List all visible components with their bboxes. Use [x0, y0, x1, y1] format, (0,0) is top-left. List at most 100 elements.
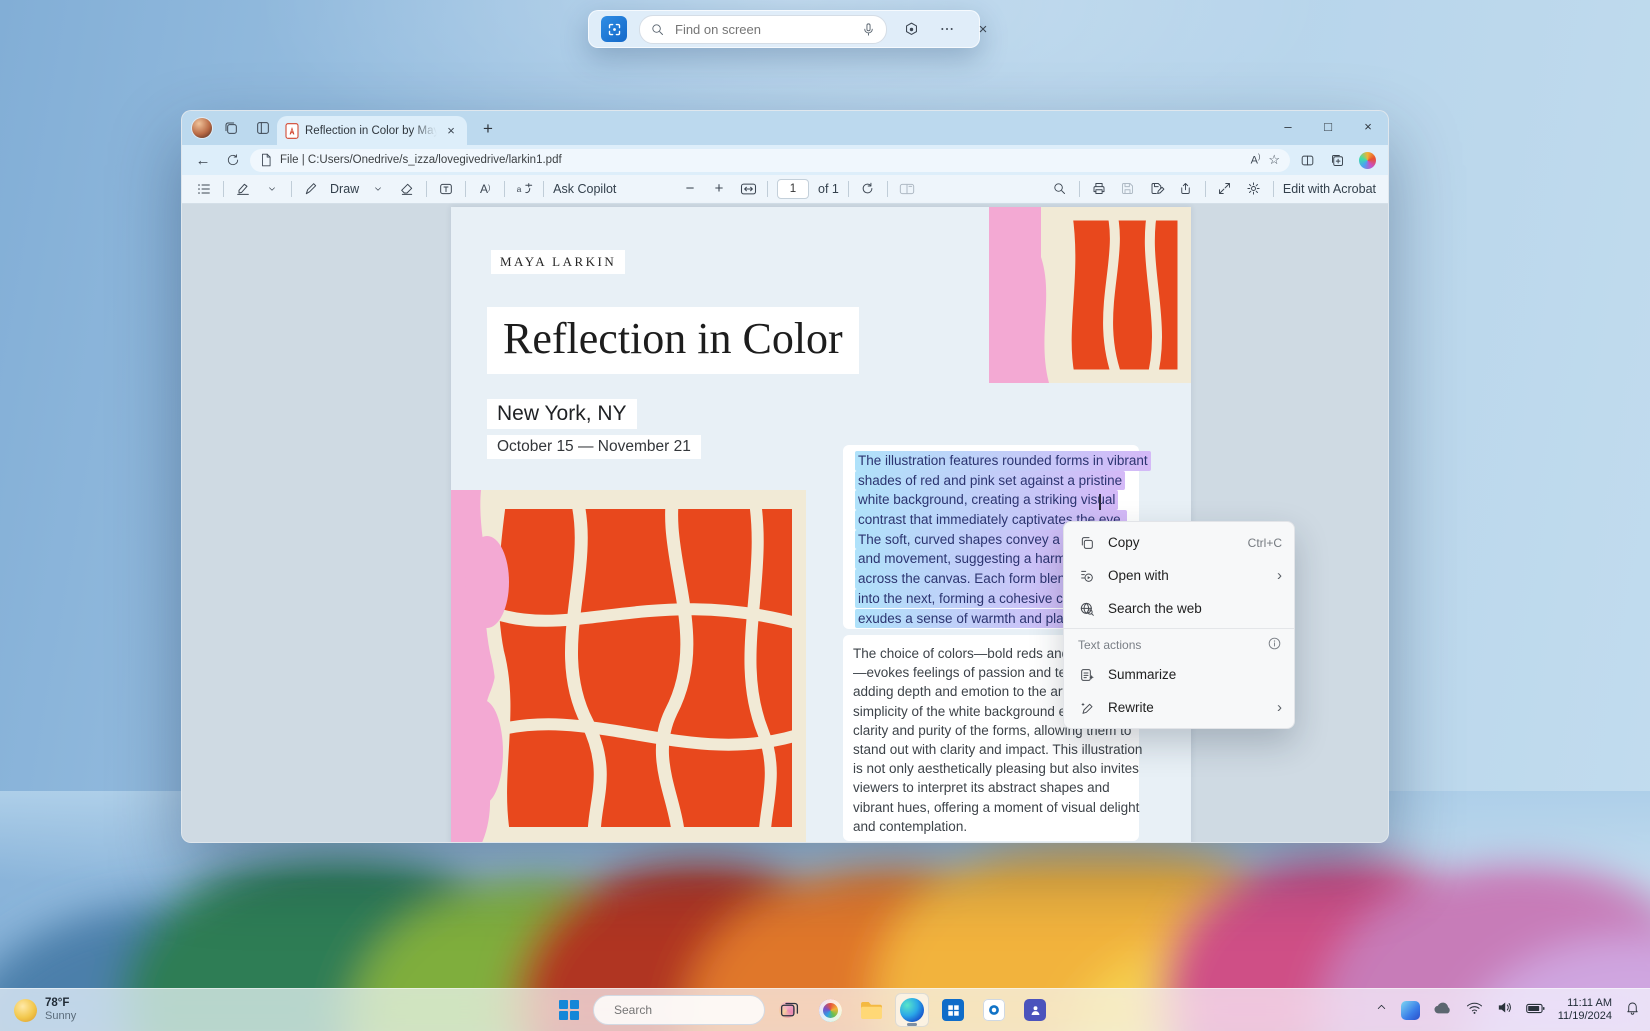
text-box-icon[interactable] — [436, 178, 456, 200]
menu-item-copy[interactable]: Copy Ctrl+C — [1064, 526, 1294, 559]
translate-icon[interactable]: a — [514, 178, 534, 200]
page-count-label: of 1 — [818, 182, 839, 196]
chevron-right-icon: › — [1277, 700, 1282, 715]
copilot-icon[interactable] — [1354, 148, 1380, 172]
artwork-main — [451, 490, 806, 843]
favorite-star-icon[interactable]: ☆ — [1268, 152, 1280, 168]
draw-chevron-icon[interactable] — [368, 178, 388, 200]
taskbar: 78°F Sunny — [0, 988, 1650, 1031]
wifi-icon[interactable] — [1466, 1001, 1483, 1020]
print-icon[interactable] — [1089, 178, 1109, 200]
browser-window: Reflection in Color by Maya Larki × + – … — [181, 110, 1389, 843]
eraser-icon[interactable] — [397, 178, 417, 200]
read-aloud-icon[interactable]: A) — [475, 178, 495, 200]
maximize-button[interactable]: □ — [1308, 111, 1348, 141]
browser-tab[interactable]: Reflection in Color by Maya Larki × — [277, 116, 467, 145]
split-screen-icon[interactable] — [1294, 148, 1320, 172]
menu-item-rewrite[interactable]: Rewrite › — [1064, 691, 1294, 724]
draw-pen-icon[interactable] — [301, 178, 321, 200]
artist-name: MAYA LARKIN — [491, 250, 625, 274]
open-with-icon — [1078, 568, 1096, 584]
new-tab-button[interactable]: + — [477, 118, 499, 140]
rotate-icon[interactable] — [858, 178, 878, 200]
draw-label[interactable]: Draw — [330, 182, 359, 196]
start-button[interactable] — [552, 993, 586, 1027]
copy-icon — [1078, 535, 1096, 551]
svg-text:a: a — [516, 184, 521, 194]
edit-with-acrobat-button[interactable]: Edit with Acrobat — [1283, 182, 1376, 196]
microphone-icon[interactable] — [861, 22, 876, 37]
close-window-button[interactable]: × — [1348, 111, 1388, 141]
date-label: 11/19/2024 — [1558, 1010, 1612, 1023]
photos-icon[interactable] — [813, 993, 847, 1027]
settings-gear-icon[interactable] — [1244, 178, 1264, 200]
file-explorer-icon[interactable] — [854, 993, 888, 1027]
menu-item-search-web[interactable]: Search the web — [1064, 592, 1294, 625]
weather-widget[interactable]: 78°F Sunny — [14, 993, 76, 1027]
pdf-toolbar: Draw A) a Ask Copilot — [182, 175, 1388, 204]
share-icon[interactable] — [1176, 178, 1196, 200]
close-find-bar-button[interactable]: × — [971, 17, 995, 41]
search-document-icon[interactable] — [1050, 178, 1070, 200]
taskbar-clock[interactable]: 11:11 AM 11/19/2024 — [1558, 997, 1612, 1023]
outlook-icon[interactable] — [977, 993, 1011, 1027]
minimize-button[interactable]: – — [1268, 111, 1308, 141]
tab-close-icon[interactable]: × — [443, 123, 459, 138]
read-aloud-icon[interactable]: A) — [1251, 154, 1261, 167]
exhibition-dates: October 15 — November 21 — [487, 435, 701, 459]
zoom-out-icon[interactable]: − — [680, 178, 700, 200]
weather-temperature: 78°F — [45, 997, 76, 1010]
profile-avatar[interactable] — [192, 118, 212, 138]
fullscreen-icon[interactable] — [1215, 178, 1235, 200]
table-of-contents-icon[interactable] — [194, 178, 214, 200]
zoom-in-icon[interactable]: + — [709, 178, 729, 200]
onedrive-cloud-icon[interactable] — [1433, 1001, 1453, 1020]
context-menu: Copy Ctrl+C Open with › Search the web T… — [1063, 521, 1295, 729]
summarize-icon — [1078, 667, 1096, 683]
volume-icon[interactable] — [1496, 1000, 1513, 1020]
menu-item-open-with[interactable]: Open with › — [1064, 559, 1294, 592]
fit-to-width-icon[interactable] — [738, 178, 758, 200]
screen-capture-icon[interactable] — [601, 16, 627, 42]
menu-separator — [1064, 628, 1294, 629]
search-web-icon — [1078, 601, 1096, 617]
find-on-screen-field[interactable] — [639, 15, 887, 44]
notification-bell-icon[interactable] — [1625, 1000, 1640, 1021]
battery-icon[interactable] — [1526, 1001, 1545, 1019]
microsoft-store-icon[interactable] — [936, 993, 970, 1027]
save-icon — [1118, 178, 1138, 200]
chevron-right-icon: › — [1277, 568, 1282, 583]
artwork-thumbnail — [989, 207, 1191, 383]
copilot-tray-icon[interactable] — [1401, 1001, 1420, 1020]
save-as-icon[interactable] — [1147, 178, 1167, 200]
url-field[interactable]: File | C:Users/Onedrive/s_izza/lovegived… — [250, 149, 1290, 172]
find-on-screen-input[interactable] — [673, 21, 853, 38]
url-text: File | C:Users/Onedrive/s_izza/lovegived… — [280, 154, 1243, 166]
hidden-icons-chevron[interactable] — [1375, 1001, 1388, 1019]
taskbar-search-input[interactable] — [612, 1002, 771, 1018]
pdf-file-icon — [285, 123, 299, 139]
document-title: Reflection in Color — [487, 307, 859, 374]
ask-copilot-button[interactable]: Ask Copilot — [553, 182, 616, 196]
tab-actions-icon[interactable] — [250, 115, 276, 141]
find-on-screen-bar: × — [588, 10, 980, 48]
edge-browser-icon[interactable] — [895, 993, 929, 1027]
visual-search-icon[interactable] — [899, 17, 923, 41]
page-view-icon — [897, 178, 917, 200]
exhibition-location: New York, NY — [487, 399, 637, 429]
highlighter-icon[interactable] — [233, 178, 253, 200]
info-icon[interactable] — [1267, 636, 1282, 654]
task-view-icon[interactable] — [772, 993, 806, 1027]
page-number-input[interactable] — [777, 179, 809, 199]
menu-item-summarize[interactable]: Summarize — [1064, 658, 1294, 691]
back-button[interactable]: ← — [190, 148, 216, 172]
tab-title: Reflection in Color by Maya Larki — [305, 125, 437, 137]
workspaces-icon[interactable] — [218, 115, 244, 141]
teams-icon[interactable] — [1018, 993, 1052, 1027]
more-options-icon[interactable] — [935, 17, 959, 41]
collections-icon[interactable] — [1324, 148, 1350, 172]
refresh-button[interactable] — [220, 148, 246, 172]
highlighter-chevron-icon[interactable] — [262, 178, 282, 200]
taskbar-search[interactable] — [593, 995, 765, 1025]
copy-shortcut: Ctrl+C — [1248, 536, 1282, 550]
